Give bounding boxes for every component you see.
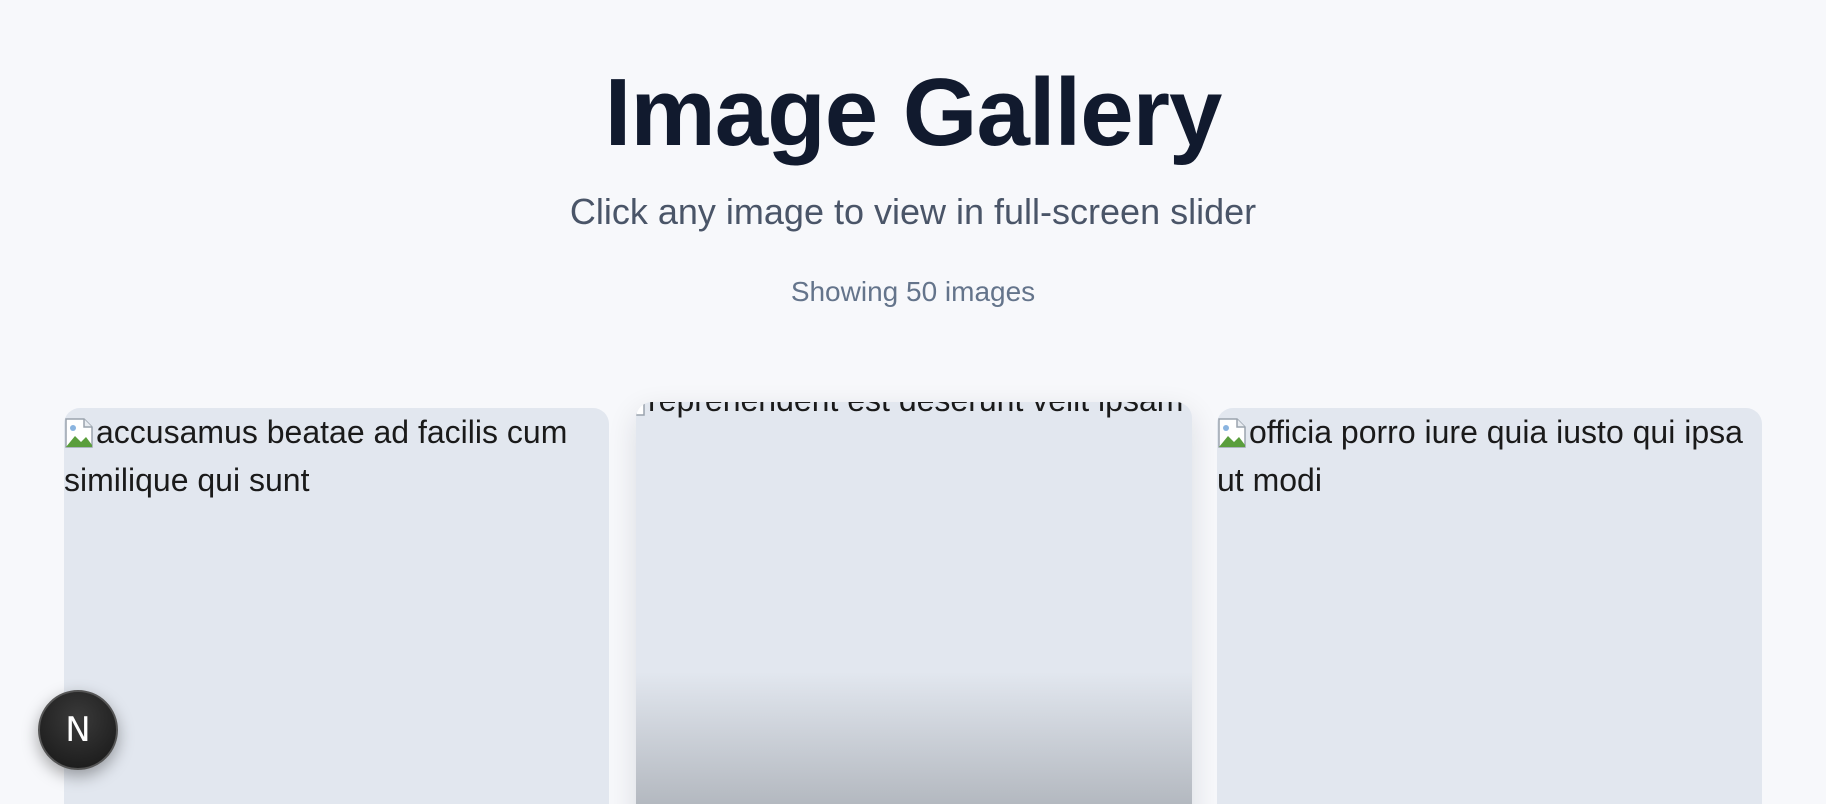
gallery-card[interactable]: officia porro iure quia iusto qui ipsa u… (1217, 408, 1762, 804)
broken-image-icon (1218, 418, 1246, 448)
gallery-card[interactable]: reprehenderit est deserunt velit ipsam (636, 402, 1192, 804)
broken-image-icon (65, 418, 93, 448)
broken-image-icon (636, 402, 645, 416)
nextjs-dev-tools-button[interactable]: N (38, 690, 118, 770)
gallery-card[interactable]: accusamus beatae ad facilis cum similiqu… (64, 408, 609, 804)
gallery-page: Image Gallery Click any image to view in… (0, 0, 1826, 804)
page-subtitle: Click any image to view in full-screen s… (569, 191, 1257, 232)
card-alt-label: accusamus beatae ad facilis cum similiqu… (64, 414, 568, 498)
image-alt-text: officia porro iure quia iusto qui ipsa u… (1217, 408, 1762, 504)
nextjs-logo-icon: N (65, 710, 91, 750)
image-alt-text: reprehenderit est deserunt velit ipsam (636, 402, 1192, 424)
card-alt-label: reprehenderit est deserunt velit ipsam (648, 402, 1183, 418)
image-alt-text: accusamus beatae ad facilis cum similiqu… (64, 408, 609, 504)
image-count: Showing 50 images (790, 276, 1036, 307)
card-alt-label: officia porro iure quia iusto qui ipsa u… (1217, 414, 1743, 498)
card-hover-overlay (636, 672, 1192, 804)
page-title: Image Gallery (604, 59, 1223, 166)
